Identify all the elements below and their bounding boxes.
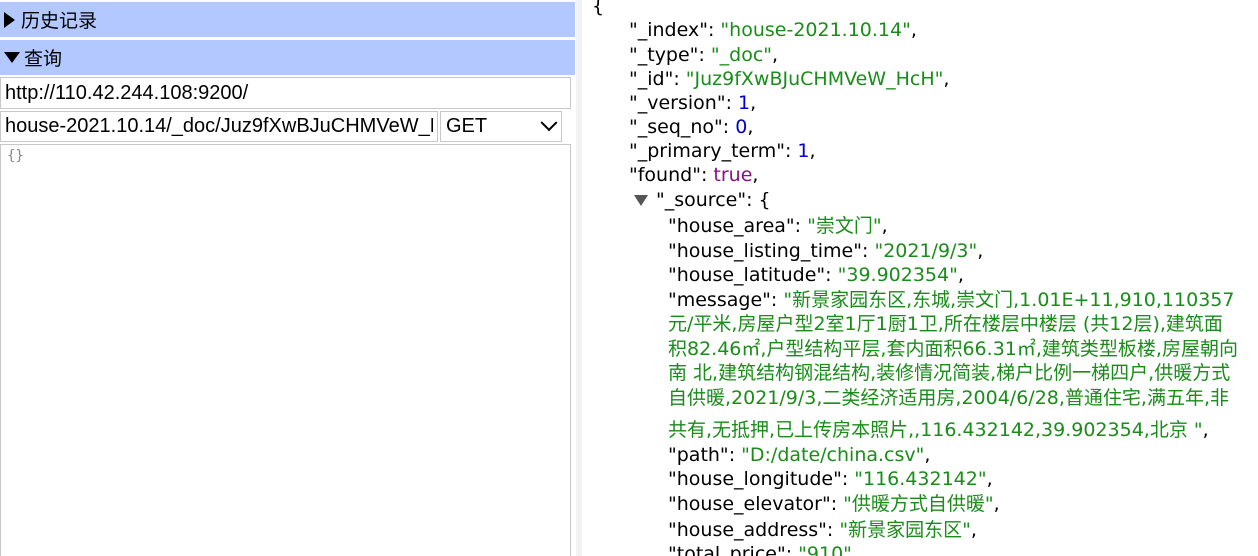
collapse-toggle-icon[interactable] bbox=[634, 195, 648, 206]
collapse-arrow-icon bbox=[4, 52, 20, 63]
message-line: 自供暖,2021/9/3,二类经济适用房,2004/6/28,普通住宅,满五年,… bbox=[668, 387, 1229, 409]
chevron-down-icon bbox=[540, 113, 558, 131]
open-brace: { bbox=[592, 0, 605, 17]
request-panel: 历史记录 查询 GET {} bbox=[0, 0, 576, 556]
message-field: "message": "新景家园东区,东城,崇文门,1.01E+11,910,1… bbox=[668, 289, 1235, 311]
source-field: "house_elevator": "供暖方式自供暖", bbox=[668, 493, 1000, 515]
source-node[interactable]: "_source": { bbox=[634, 188, 771, 213]
source-field: "house_area": "崇文门", bbox=[668, 215, 888, 237]
response-viewer: { "_index": "house-2021.10.14", "_type":… bbox=[582, 0, 1258, 556]
json-field: "_version": 1, bbox=[629, 92, 757, 114]
message-line: 积82.46㎡,户型结构平层,套内面积66.31㎡,建筑类型板楼,房屋朝向 bbox=[668, 338, 1238, 360]
json-field: "_index": "house-2021.10.14", bbox=[629, 19, 917, 41]
json-field: "_seq_no": 0, bbox=[629, 116, 754, 138]
source-field: "house_address": "新景家园东区", bbox=[668, 519, 977, 541]
json-field: "_id": "Juz9fXwBJuCHMVeW_HcH", bbox=[629, 68, 950, 90]
query-label: 查询 bbox=[24, 49, 63, 70]
http-method-value: GET bbox=[446, 115, 488, 137]
history-section-header[interactable]: 历史记录 bbox=[0, 2, 575, 38]
request-body-text: {} bbox=[7, 148, 24, 164]
http-method-select[interactable]: GET bbox=[440, 111, 562, 142]
source-field: "total_price": "910", bbox=[668, 543, 858, 556]
source-field: "house_latitude": "39.902354", bbox=[668, 264, 964, 286]
expand-arrow-icon bbox=[4, 11, 15, 28]
json-field: "_type": "_doc", bbox=[629, 44, 779, 66]
json-field: "found": true, bbox=[629, 164, 759, 186]
message-line: 南 北,建筑结构钢混结构,装修情况简装,梯户比例一梯四户,供暖方式 bbox=[668, 362, 1231, 384]
history-label: 历史记录 bbox=[21, 11, 98, 32]
server-url-input[interactable] bbox=[0, 77, 571, 109]
request-body-editor[interactable]: {} bbox=[0, 144, 571, 556]
json-field: "_primary_term": 1, bbox=[629, 140, 816, 162]
source-field: "house_listing_time": "2021/9/3", bbox=[668, 240, 984, 262]
source-field: "path": "D:/date/china.csv", bbox=[668, 444, 931, 466]
source-field: "house_longitude": "116.432142", bbox=[668, 468, 993, 490]
query-section-header[interactable]: 查询 bbox=[0, 40, 575, 76]
message-line: 共有,无抵押,已上传房本照片,,116.432142,39.902354,北京 … bbox=[668, 419, 1209, 441]
message-line: 元/平米,房屋户型2室1厅1厨1卫,所在楼层中楼层 (共12层),建筑面 bbox=[668, 313, 1223, 335]
request-path-input[interactable] bbox=[0, 111, 438, 142]
